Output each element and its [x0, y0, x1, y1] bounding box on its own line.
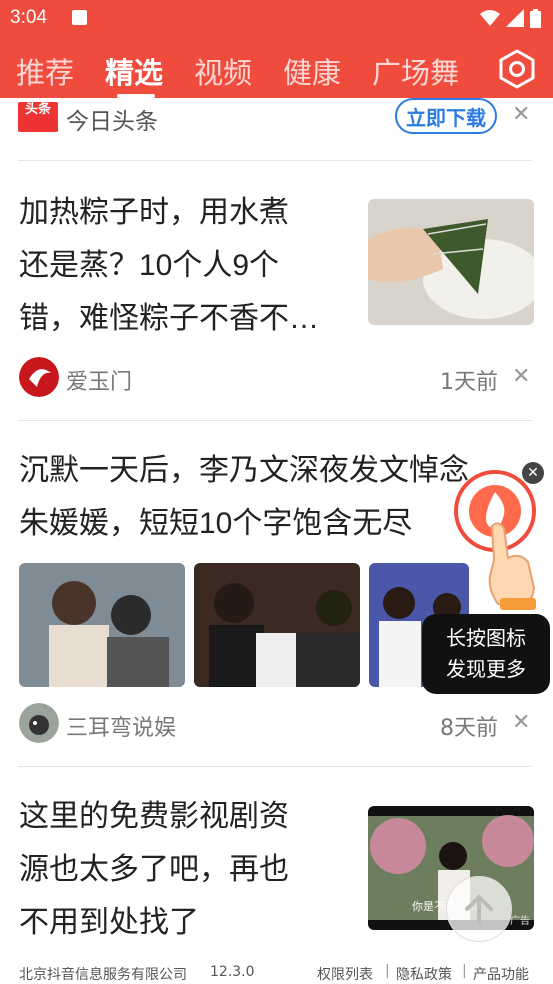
long-press-tooltip: 长按图标 发现更多 [422, 614, 550, 694]
battery-icon [530, 8, 541, 28]
arrow-up-icon [465, 894, 493, 925]
article-title: 沉默一天后，李乃文深夜发文悼念 朱媛媛，短短10个字饱含无尽 [19, 454, 469, 540]
wifi-icon [480, 10, 500, 26]
article-image-1 [19, 563, 185, 687]
hand-pointer-icon [488, 522, 536, 610]
source-name: 三耳弯说娱 [66, 716, 177, 741]
app-version: 12.3.0 [210, 964, 255, 980]
separator: | [462, 963, 467, 979]
top-header: 3:04 推荐 精选 视频 健康 广场舞 [0, 0, 553, 98]
separator: | [385, 963, 390, 979]
permissions-link[interactable]: 权限列表 [317, 964, 373, 984]
ad-title: 今日头条 [66, 109, 158, 135]
footer: 北京抖音信息服务有限公司 12.3.0 权限列表 | 隐私政策 | 产品功能 [0, 956, 553, 984]
settings-icon[interactable] [497, 49, 537, 89]
source-avatar [19, 703, 59, 743]
status-time: 3:04 [10, 7, 47, 28]
article-thumbnail [368, 199, 534, 325]
download-button[interactable]: 立即下载 [395, 98, 497, 134]
divider [18, 766, 532, 767]
publish-time: 8天前 [440, 716, 498, 741]
tab-health[interactable]: 健康 [283, 50, 341, 92]
ad-tag: 广告 [510, 916, 530, 927]
tab-bar: 推荐 精选 视频 健康 广场舞 [0, 44, 553, 98]
publish-time: 1天前 [440, 370, 498, 395]
divider [18, 420, 532, 421]
signal-icon [506, 9, 524, 27]
close-icon[interactable]: ✕ [512, 364, 530, 389]
ad-banner[interactable]: 头条 今日头条 立即下载 ✕ [0, 98, 553, 160]
article-title: 这里的免费影视剧资 源也太多了吧，再也 不用到处找了 [19, 800, 289, 939]
features-link[interactable]: 产品功能 [473, 964, 529, 984]
tab-featured[interactable]: 精选 [105, 50, 163, 92]
divider [18, 160, 532, 161]
status-bar: 3:04 [0, 0, 553, 36]
notification-a-icon [72, 10, 87, 25]
status-icons [480, 8, 541, 28]
tab-recommend[interactable]: 推荐 [16, 50, 74, 92]
company-name: 北京抖音信息服务有限公司 [19, 967, 187, 983]
close-icon[interactable]: ✕ [512, 102, 530, 127]
privacy-link[interactable]: 隐私政策 [396, 964, 452, 984]
close-float-icon[interactable]: ✕ [522, 462, 544, 484]
close-icon[interactable]: ✕ [512, 710, 530, 735]
tab-video[interactable]: 视频 [194, 50, 252, 92]
toutiao-logo: 头条 [18, 102, 58, 132]
tab-square-dance[interactable]: 广场舞 [372, 50, 459, 92]
source-name: 爱玉门 [66, 370, 133, 395]
article-title: 加热粽子时，用水煮 还是蒸？10个人9个 错，难怪粽子不香不… [19, 196, 319, 335]
source-avatar [19, 357, 59, 397]
article-image-2 [194, 563, 360, 687]
scroll-to-top-button[interactable] [446, 876, 512, 942]
